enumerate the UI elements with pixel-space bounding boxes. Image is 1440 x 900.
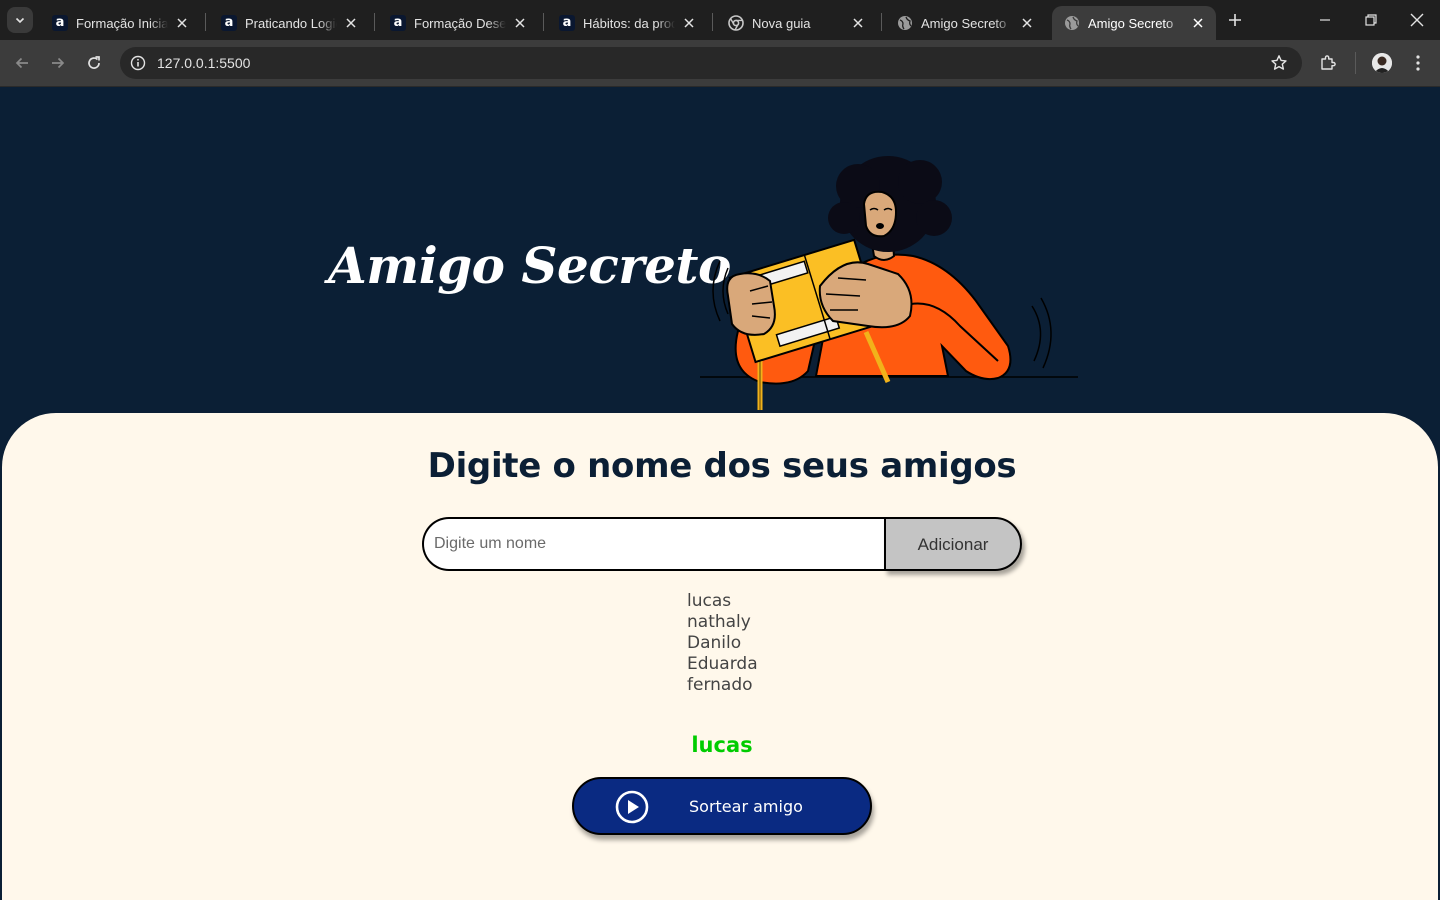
friends-panel: Digite o nome dos seus amigos Adicionar …: [0, 411, 1440, 900]
tab-formacao-iniciante[interactable]: a Formação Iniciante: [40, 6, 200, 40]
tab-title: Hábitos: da produtividade: [583, 15, 675, 31]
play-circle-icon: [615, 790, 649, 824]
close-icon[interactable]: [512, 15, 528, 31]
chrome-icon: [728, 15, 744, 31]
back-button[interactable]: [10, 51, 34, 75]
tab-title: Formação Desenvolvedor: [414, 15, 506, 31]
restore-icon: [1365, 14, 1377, 26]
person-with-gift-illustration: [700, 156, 1078, 410]
tab-title: Praticando Logica: [245, 15, 337, 31]
alura-icon: a: [559, 15, 575, 31]
close-icon[interactable]: [1190, 15, 1206, 31]
globe-icon: [897, 15, 913, 31]
reload-button[interactable]: [82, 51, 106, 75]
tab-formacao-desenvolvedor[interactable]: a Formação Desenvolvedor: [378, 6, 538, 40]
plus-icon: [1229, 14, 1241, 26]
tab-title: Amigo Secreto: [1088, 15, 1174, 31]
close-icon[interactable]: [681, 15, 697, 31]
list-item: nathaly: [687, 612, 751, 632]
forward-button[interactable]: [46, 51, 70, 75]
arrow-left-icon: [15, 57, 28, 69]
friends-list: lucas nathaly Danilo Eduarda fernado: [687, 591, 758, 696]
minimize-button[interactable]: [1313, 8, 1337, 32]
alura-icon: a: [390, 15, 406, 31]
restore-button[interactable]: [1359, 8, 1383, 32]
more-vert-icon: [1416, 55, 1420, 71]
globe-icon: [1064, 15, 1080, 31]
minimize-icon: [1320, 19, 1330, 21]
new-tab-button[interactable]: [1224, 9, 1246, 31]
tab-separator: [374, 13, 375, 31]
toolbar-divider: [1355, 52, 1356, 74]
draw-button-label: Sortear amigo: [689, 797, 803, 816]
tab-title: Nova guia: [752, 15, 811, 31]
tab-habitos[interactable]: a Hábitos: da produtividade: [547, 6, 707, 40]
add-button[interactable]: Adicionar: [884, 517, 1022, 571]
name-input-group: Adicionar: [422, 517, 1022, 571]
list-item: Eduarda: [687, 654, 758, 674]
address-bar[interactable]: 127.0.0.1:5500: [120, 47, 1302, 79]
tab-nova-guia[interactable]: Nova guia: [716, 6, 876, 40]
browser-toolbar: 127.0.0.1:5500: [0, 40, 1440, 87]
tab-praticando-logica[interactable]: a Praticando Logica: [209, 6, 369, 40]
section-title: Digite o nome dos seus amigos: [427, 446, 1017, 486]
friend-name-input[interactable]: [422, 517, 888, 571]
page-title: Amigo Secreto: [328, 236, 731, 295]
list-item: lucas: [687, 591, 732, 611]
browser-tab-strip: a Formação Iniciante a Praticando Logica…: [0, 0, 1440, 40]
list-item: fernado: [687, 675, 753, 695]
star-icon[interactable]: [1270, 54, 1288, 72]
profile-avatar[interactable]: [1372, 53, 1392, 73]
tab-amigo-secreto-active[interactable]: Amigo Secreto: [1052, 6, 1216, 40]
close-icon[interactable]: [343, 15, 359, 31]
alura-icon: a: [52, 15, 68, 31]
close-icon: [1410, 13, 1424, 27]
close-window-button[interactable]: [1405, 8, 1429, 32]
draw-friend-button[interactable]: Sortear amigo: [572, 777, 872, 835]
site-info-icon[interactable]: [128, 53, 148, 73]
extensions-button[interactable]: [1317, 52, 1339, 74]
draw-result: lucas: [691, 733, 753, 757]
tab-separator: [543, 13, 544, 31]
tab-title: Amigo Secreto: [921, 15, 1007, 31]
tab-separator: [712, 13, 713, 31]
browser-menu-button[interactable]: [1407, 52, 1429, 74]
alura-icon: a: [221, 15, 237, 31]
list-item: Danilo: [687, 633, 742, 653]
close-icon[interactable]: [1019, 15, 1035, 31]
arrow-right-icon: [52, 57, 65, 69]
close-icon[interactable]: [174, 15, 190, 31]
url-text: 127.0.0.1:5500: [157, 55, 251, 71]
chevron-down-icon: [15, 17, 25, 24]
tab-search-button[interactable]: [7, 7, 33, 33]
tab-separator: [881, 13, 882, 31]
tab-amigo-secreto-1[interactable]: Amigo Secreto: [885, 6, 1045, 40]
tab-separator: [205, 13, 206, 31]
reload-icon: [88, 56, 100, 69]
puzzle-icon: [1321, 55, 1336, 70]
tab-title: Formação Iniciante: [76, 15, 168, 31]
page-content: Amigo Secreto Digite o nome dos seus ami…: [0, 88, 1440, 900]
close-icon[interactable]: [850, 15, 866, 31]
